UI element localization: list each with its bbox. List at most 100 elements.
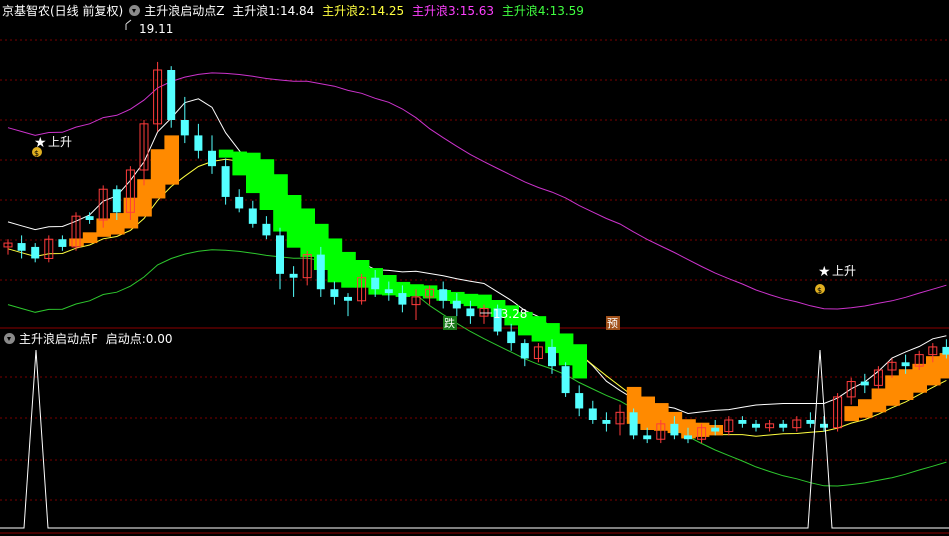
candle-body	[860, 381, 869, 386]
band-block	[82, 232, 98, 244]
svg-text:预: 预	[607, 317, 618, 330]
candle-body	[398, 293, 407, 305]
candle-body	[738, 420, 747, 424]
l2-label: 主升浪2:	[322, 4, 370, 18]
money-bag-glyph: $	[34, 149, 39, 158]
candle-body	[112, 189, 121, 213]
l1-value: 14.84	[279, 4, 315, 18]
yu-marker: 预	[606, 316, 620, 330]
candle-body	[575, 393, 584, 409]
candle-body	[31, 246, 40, 259]
chart-canvas: 19.11 13.28 ★ 上升 $ ★ 上升 $ 跌 预	[0, 19, 949, 534]
band-block	[858, 399, 873, 418]
candle-body	[439, 289, 448, 301]
band-block	[273, 174, 288, 232]
candle-body	[629, 412, 638, 436]
candle-body	[670, 423, 679, 436]
candle-body	[208, 150, 216, 167]
star-icon: ★	[818, 264, 831, 280]
candle-body	[289, 273, 298, 278]
band-block	[844, 406, 859, 422]
l4-label: 主升浪4:	[501, 4, 550, 18]
candle-body	[180, 120, 189, 136]
candle-body	[684, 435, 692, 440]
high-label: 19.11	[139, 22, 173, 36]
band-block	[327, 238, 343, 283]
candles	[3, 61, 949, 444]
sub-label: 启动点:	[105, 332, 146, 346]
band-block	[640, 396, 655, 430]
candle-body	[248, 208, 257, 224]
candle-body	[643, 435, 652, 440]
candle-body	[330, 289, 339, 297]
candle-body	[262, 223, 271, 236]
band-block	[463, 293, 479, 307]
l3-label: 主升浪3:	[412, 4, 460, 18]
upper-channel-line	[7, 98, 947, 415]
l2-value: 14.25	[369, 4, 405, 18]
main-header: 京基智农(日线 前复权) 主升浪启动点Z 主升浪1:14.84 主升浪2:14.2…	[2, 3, 588, 19]
candle-body	[507, 331, 516, 344]
candle-body	[752, 423, 760, 428]
candle-body	[276, 235, 284, 274]
candle-body	[221, 166, 230, 197]
band-block	[939, 353, 949, 379]
candle-body	[820, 423, 828, 428]
candle-body	[167, 70, 176, 120]
candle-body	[235, 196, 244, 209]
l4-value: 13.59	[549, 4, 584, 18]
band-block	[232, 151, 247, 176]
band-block	[871, 388, 887, 413]
candle-body	[344, 296, 352, 301]
candle-body	[371, 277, 380, 290]
candle-body	[466, 308, 475, 317]
band-block	[286, 195, 302, 248]
candle-body	[588, 408, 597, 420]
candle-body	[520, 343, 529, 359]
band-block	[558, 333, 574, 366]
candle-body	[901, 362, 910, 367]
l1-label: 主升浪1:	[232, 4, 280, 18]
sub-indicator-name[interactable]: 主升浪启动点F	[19, 332, 98, 346]
band-block	[218, 149, 234, 158]
band-block	[531, 316, 547, 342]
band-block	[300, 208, 315, 257]
band-block	[150, 149, 166, 199]
band-block	[164, 135, 179, 185]
dropdown-icon[interactable]	[129, 5, 141, 16]
sub-value: 0.00	[145, 332, 173, 346]
band-block	[572, 344, 587, 379]
dropdown-icon[interactable]	[4, 333, 15, 344]
candle-body	[316, 254, 325, 290]
candle-body	[806, 420, 815, 424]
candle-body	[194, 135, 203, 151]
candle-body	[561, 366, 570, 394]
high-annotation: 19.11	[125, 19, 173, 36]
candle-body	[384, 289, 393, 294]
rise-label-right: 上升	[832, 264, 856, 278]
candle-body	[942, 346, 949, 355]
candle-body	[452, 300, 461, 309]
candle-body	[711, 427, 720, 432]
candle-body	[602, 420, 611, 424]
candle-body	[548, 346, 556, 367]
low-annotation: 13.28	[480, 307, 527, 321]
band-block	[885, 375, 900, 406]
low-label: 13.28	[493, 307, 527, 321]
candle-body	[85, 216, 94, 220]
indicator-name[interactable]: 主升浪启动点Z	[144, 4, 224, 18]
grid	[0, 39, 949, 534]
candle-body	[17, 243, 26, 251]
band-block	[246, 152, 261, 194]
rise-signal-left: ★ 上升 $	[32, 135, 72, 158]
sub-header: 主升浪启动点F 启动点:0.00	[2, 331, 177, 347]
rise-label-left: 上升	[48, 135, 72, 149]
stock-title: 京基智农(日线 前复权)	[2, 4, 124, 18]
die-marker: 跌	[443, 316, 457, 330]
l3-value: 15.63	[459, 4, 495, 18]
candle-body	[779, 423, 788, 428]
candle-body	[58, 239, 67, 247]
band-block	[259, 159, 275, 210]
band-block	[341, 251, 356, 288]
svg-text:跌: 跌	[444, 316, 455, 330]
